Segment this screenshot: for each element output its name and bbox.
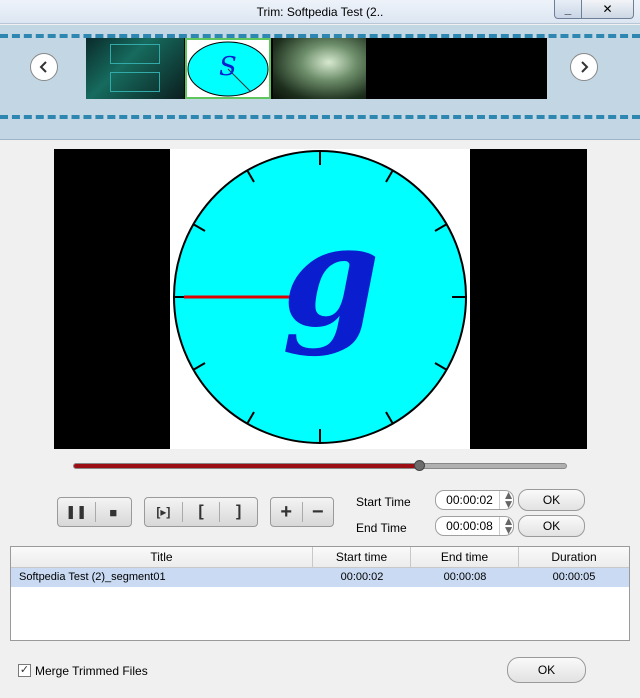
film-perforation-bottom (0, 115, 640, 119)
start-time-label: Start Time (356, 495, 411, 509)
merge-label: Merge Trimmed Files (35, 664, 148, 678)
column-end-time[interactable]: End time (411, 547, 519, 567)
segment-controls: + − (270, 497, 334, 527)
end-time-label: End Time (356, 521, 407, 535)
minus-icon: − (311, 500, 324, 523)
end-time-input[interactable]: 00:00:08 ▲ ▼ (435, 515, 514, 536)
start-time-input[interactable]: 00:00:02 ▲ ▼ (435, 489, 514, 510)
pause-icon: ❚❚ (65, 504, 88, 519)
scroll-left-button[interactable] (30, 53, 58, 81)
stop-button[interactable]: ■ (95, 498, 131, 526)
stop-icon: ■ (109, 504, 118, 520)
timeline-thumb[interactable] (413, 460, 425, 471)
mark-out-icon: ] (235, 503, 242, 520)
thumbnail-strip: S (86, 38, 547, 99)
play-segment-icon: [▸] (156, 505, 171, 519)
column-start-time[interactable]: Start time (313, 547, 411, 567)
close-button[interactable]: ✕ (582, 0, 634, 19)
mark-out-button[interactable]: ] (220, 498, 257, 526)
mark-in-icon: [ (198, 503, 204, 520)
checkmark-icon: ✓ (19, 664, 30, 676)
title-bar: Trim: Softpedia Test (2.. _ ✕ (0, 0, 640, 24)
window-controls: _ ✕ (554, 0, 634, 20)
row-start: 00:00:02 (340, 571, 384, 583)
scroll-right-button[interactable] (570, 53, 598, 81)
playback-controls: ❚❚ ■ (57, 497, 132, 527)
thumbnail-3[interactable] (273, 38, 366, 99)
minimize-button[interactable]: _ (554, 0, 582, 19)
start-time-spinner[interactable]: ▲ ▼ (499, 489, 514, 510)
minimize-icon: _ (564, 2, 572, 16)
chevron-left-icon (39, 61, 47, 73)
segments-table: Title Start time End time Duration Softp… (10, 546, 630, 641)
thumbnail-letter: S (219, 52, 237, 82)
row-title: Softpedia Test (2)_segment01 (19, 571, 166, 583)
play-segment-button[interactable]: [▸] (145, 498, 182, 526)
merge-checkbox[interactable]: ✓ (18, 664, 31, 677)
thumbnail-filmstrip: S (0, 25, 640, 140)
close-icon: ✕ (602, 2, 613, 16)
timeline-slider[interactable] (73, 460, 567, 471)
end-time-ok-button[interactable]: OK (518, 515, 585, 537)
thumbnail-2-selected[interactable]: S (185, 38, 271, 99)
trim-controls: [▸] [ ] (144, 497, 258, 527)
chevron-right-icon (581, 61, 589, 73)
row-duration: 00:00:05 (552, 571, 596, 583)
video-preview: g (54, 149, 587, 449)
column-title[interactable]: Title (11, 547, 313, 567)
row-end: 00:00:08 (443, 571, 487, 583)
mark-in-button[interactable]: [ (183, 498, 220, 526)
timeline-progress (74, 464, 420, 468)
remove-segment-button[interactable]: − (303, 498, 334, 526)
ok-button[interactable]: OK (507, 657, 586, 683)
column-duration[interactable]: Duration (519, 547, 629, 567)
pause-button[interactable]: ❚❚ (58, 498, 95, 526)
clock-letter: g (282, 195, 380, 359)
thumbnail-1[interactable] (86, 38, 184, 99)
window-title: Trim: Softpedia Test (2.. (256, 5, 384, 19)
table-header: Title Start time End time Duration (11, 547, 629, 568)
end-time-value: 00:00:08 (446, 519, 493, 533)
start-time-ok-button[interactable]: OK (518, 489, 585, 511)
add-segment-button[interactable]: + (271, 498, 302, 526)
preview-frame: g (170, 149, 470, 449)
plus-icon: + (280, 500, 293, 523)
start-time-value: 00:00:02 (446, 493, 493, 507)
table-row[interactable]: Softpedia Test (2)_segment01 00:00:02 00… (11, 568, 629, 587)
end-time-spinner[interactable]: ▲ ▼ (499, 515, 514, 536)
